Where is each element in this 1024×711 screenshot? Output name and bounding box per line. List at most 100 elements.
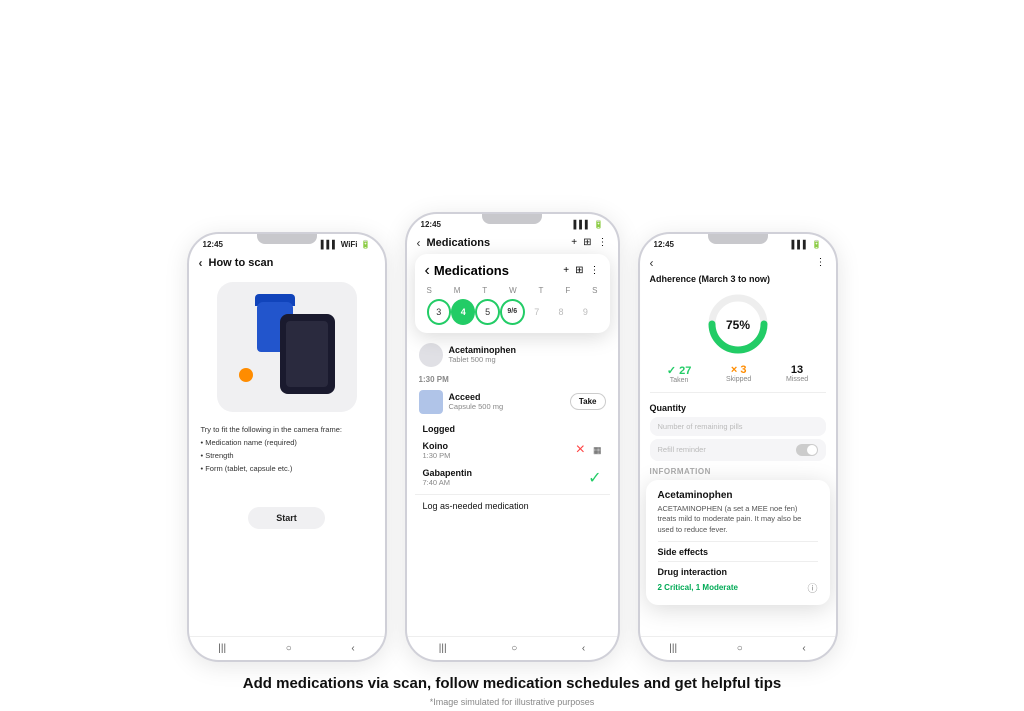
nav-menu-icon[interactable]: ||| (218, 643, 226, 654)
donut-chart: 75% (706, 292, 770, 356)
back-icon-2[interactable]: ‹ (417, 236, 421, 250)
phone-1-nav: ||| ○ ‹ (189, 636, 385, 660)
scan-item-3: • Form (tablet, capsule etc.) (201, 463, 373, 474)
phone-1-screen: 12:45 ▌▌▌ WiFi 🔋 ‹ How to scan (189, 234, 385, 660)
med-icon-1 (419, 343, 443, 367)
back-icon[interactable]: ‹ (199, 256, 203, 270)
more-icon[interactable]: ⋮ (598, 237, 608, 248)
logged-item-koino: Koino 1:30 PM × ▦ (415, 437, 610, 464)
scan-intro: Try to fit the following in the camera f… (201, 424, 373, 435)
med-item-acceed: Acceed Capsule 500 mg Take (415, 386, 610, 418)
med-info-2: Acceed Capsule 500 mg (449, 392, 564, 411)
start-button[interactable]: Start (248, 507, 325, 529)
logged-name-koino: Koino (423, 441, 572, 451)
cal-day-96[interactable]: 9/6 (500, 299, 525, 325)
stat-skipped-value: × 3 (726, 364, 751, 376)
phone-1-status-icons: ▌▌▌ WiFi 🔋 (321, 240, 371, 249)
cal-day-4[interactable]: 4 (451, 299, 475, 325)
nav-back-icon[interactable]: ‹ (351, 643, 354, 654)
nav-menu-icon-2[interactable]: ||| (439, 643, 447, 654)
cal-day-7[interactable]: 7 (525, 299, 549, 325)
signal-icon-3: ▌▌▌ (792, 240, 809, 249)
calendar-icon[interactable]: ⊞ (583, 237, 591, 248)
nav-home-icon-2[interactable]: ○ (511, 643, 517, 654)
adherence-title: Adherence (March 3 to now) (650, 274, 826, 284)
cal-add-icon[interactable]: + (563, 265, 569, 276)
log-as-needed[interactable]: Log as-needed medication (415, 494, 610, 517)
cal-day-3[interactable]: 3 (427, 299, 452, 325)
cal-calendar-icon[interactable]: ⊞ (575, 265, 583, 276)
nav-back-icon-2[interactable]: ‹ (582, 643, 585, 654)
signal-icon-2: ▌▌▌ (574, 220, 591, 229)
phone-2-time: 12:45 (421, 220, 441, 229)
main-caption: Add medications via scan, follow medicat… (243, 674, 781, 694)
stat-taken-label: Taken (667, 377, 692, 384)
stat-skipped-label: Skipped (726, 376, 751, 383)
phone-3-notch (708, 234, 768, 244)
delete-icon[interactable]: ▦ (593, 445, 602, 456)
cal-day-5[interactable]: 5 (475, 299, 500, 325)
phone-1: 12:45 ▌▌▌ WiFi 🔋 ‹ How to scan (187, 232, 387, 662)
more-icon-3[interactable]: ⋮ (816, 257, 826, 268)
cal-days-header: S M T W T F S (425, 286, 600, 295)
cal-header-icons: + ⊞ ⋮ (563, 265, 599, 276)
phone-2-header: ‹ Medications + ⊞ ⋮ (407, 232, 618, 254)
logged-time-gabapentin: 7:40 AM (423, 478, 585, 487)
phone-frame-inner (280, 314, 335, 394)
cal-day-8[interactable]: 8 (549, 299, 573, 325)
stat-missed-value: 13 (786, 364, 808, 376)
cal-day-9[interactable]: 9 (573, 299, 597, 325)
circle-progress: 75% (650, 292, 826, 356)
wifi-icon: WiFi (341, 240, 358, 249)
phone-2-header-icons: + ⊞ ⋮ (571, 237, 607, 248)
phone-2-nav: ||| ○ ‹ (407, 636, 618, 660)
info-card-desc: ACETAMINOPHEN (a set a MEE noe fen) trea… (658, 504, 818, 536)
time-label-130pm: 1:30 PM (415, 375, 610, 384)
scan-item-2: • Strength (201, 450, 373, 461)
add-icon[interactable]: + (571, 237, 577, 248)
toggle-knob (807, 445, 817, 455)
phones-row: 12:45 ▌▌▌ WiFi 🔋 ‹ How to scan (0, 0, 1024, 662)
nav-back-icon-3[interactable]: ‹ (802, 643, 805, 654)
phone-frame-screen (286, 321, 328, 387)
phone-3-screen: 12:45 ▌▌▌ 🔋 ‹ ⋮ Adherence (March 3 to no… (640, 234, 836, 660)
info-icon[interactable]: ⓘ (808, 580, 818, 595)
cal-header: ‹ Medications + ⊞ ⋮ (425, 262, 600, 280)
refill-reminder-row: Refill reminder (650, 439, 826, 461)
stat-taken: ✓ 27 Taken (667, 364, 692, 384)
phone-1-title: How to scan (209, 257, 274, 269)
med-name-2: Acceed (449, 392, 564, 402)
battery-icon: 🔋 (361, 240, 371, 249)
svg-text:75%: 75% (725, 318, 749, 332)
day-header-t1: T (482, 286, 487, 295)
refill-toggle[interactable] (796, 444, 818, 456)
logged-section-label: Logged (415, 424, 610, 434)
logged-info-koino: Koino 1:30 PM (423, 441, 572, 460)
nav-menu-icon-3[interactable]: ||| (669, 643, 677, 654)
day-header-s2: S (592, 286, 597, 295)
logged-time-koino: 1:30 PM (423, 451, 572, 460)
med-icon-2 (419, 390, 443, 414)
back-icon-3[interactable]: ‹ (650, 256, 654, 270)
x-icon[interactable]: × (576, 441, 585, 459)
cal-title: Medications (434, 263, 563, 278)
phone-1-content: Try to fit the following in the camera f… (189, 274, 385, 636)
med-dose-1: Tablet 500 mg (449, 355, 606, 364)
quantity-title: Quantity (650, 403, 826, 413)
quantity-section: Quantity Number of remaining pills Refil… (650, 403, 826, 461)
phone-3-status-icons: ▌▌▌ 🔋 (792, 240, 822, 249)
cal-more-icon[interactable]: ⋮ (590, 265, 600, 276)
nav-home-icon-3[interactable]: ○ (737, 643, 743, 654)
med-list: Acetaminophen Tablet 500 mg 1:30 PM Acce… (407, 339, 618, 636)
cal-back-icon[interactable]: ‹ (425, 262, 430, 280)
day-header-t2: T (539, 286, 544, 295)
phone-1-notch (257, 234, 317, 244)
day-header-s1: S (427, 286, 432, 295)
take-button[interactable]: Take (570, 393, 606, 410)
stat-missed: 13 Missed (786, 364, 808, 384)
nav-home-icon[interactable]: ○ (286, 643, 292, 654)
drug-critical-row: 2 Critical, 1 Moderate ⓘ (658, 580, 818, 595)
scan-item-1: • Medication name (required) (201, 437, 373, 448)
phone-3-header: ‹ ⋮ (640, 252, 836, 274)
remaining-pills-field[interactable]: Number of remaining pills (650, 417, 826, 436)
